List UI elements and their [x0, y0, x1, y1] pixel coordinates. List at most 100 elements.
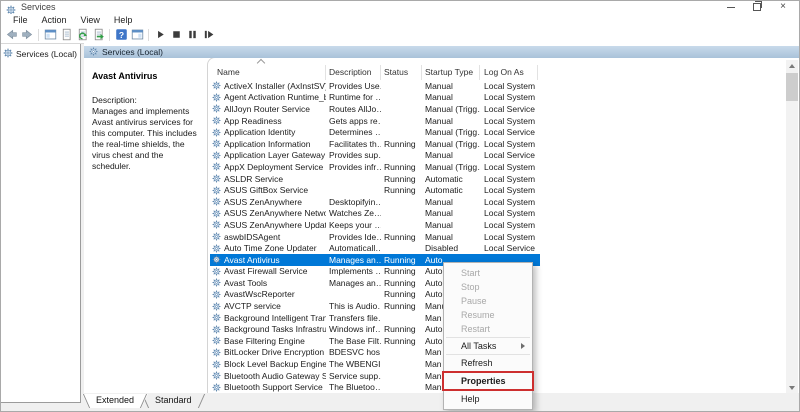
services-app-icon	[6, 2, 16, 15]
menu-separator	[446, 390, 530, 391]
column-header-description[interactable]: Description	[326, 65, 381, 80]
column-header-status[interactable]: Status	[381, 65, 422, 80]
minimize-button[interactable]	[718, 0, 744, 14]
cell-description: Provides Ide…	[329, 231, 381, 242]
cell-name: ASUS GiftBox Service	[224, 185, 309, 196]
cell-description: Runtime for …	[329, 92, 381, 103]
cell-description: Provides infr…	[329, 161, 381, 172]
restart-service-button[interactable]	[200, 27, 216, 42]
menu-item-all-tasks[interactable]: All Tasks	[444, 339, 532, 353]
close-icon: ×	[780, 1, 786, 12]
menu-help[interactable]: Help	[107, 15, 140, 25]
tab-standard[interactable]: Standard	[141, 394, 206, 408]
table-row[interactable]: aswbIDSAgent Provides Ide… Running Manual Lo…	[210, 231, 540, 243]
scroll-up-button[interactable]	[786, 60, 798, 71]
table-row[interactable]: Application Information Facilitates th… Ru…	[210, 138, 540, 150]
show-console-tree-button[interactable]	[42, 27, 58, 42]
services-gear-icon	[84, 47, 102, 58]
cell-name: ASUS ZenAnywhere	[224, 196, 302, 207]
cell-startup: Manual	[425, 219, 453, 230]
cell-description: Desktopifyin…	[329, 196, 381, 207]
table-row[interactable]: App Readiness Gets apps re… Manual Local Sy…	[210, 115, 540, 127]
pause-service-button[interactable]	[184, 27, 200, 42]
show-action-pane-button[interactable]	[129, 27, 145, 42]
menu-file[interactable]: File	[6, 15, 35, 25]
back-button[interactable]	[3, 27, 19, 42]
cell-status: Running	[384, 324, 416, 335]
tab-extended[interactable]: Extended	[82, 394, 148, 408]
table-row[interactable]: Agent Activation Runtime_b… Runtime for ……	[210, 92, 540, 104]
cell-status: Running	[384, 185, 416, 196]
table-row[interactable]: Application Layer Gateway S…Provides sup…	[210, 150, 540, 162]
scrollbar-thumb[interactable]	[786, 73, 798, 101]
table-row[interactable]: ASUS GiftBox Service Running Automatic Loca…	[210, 184, 540, 196]
service-gear-icon	[212, 278, 221, 287]
tree-item-services-local[interactable]: Services (Local)	[0, 48, 80, 60]
menu-item-label: Stop	[461, 282, 480, 292]
cell-name: Background Intelligent Tran…	[224, 312, 326, 323]
restore-icon	[753, 1, 762, 11]
column-header-label: Status	[384, 67, 409, 77]
forward-button[interactable]	[19, 27, 35, 42]
menu-item-label: Help	[461, 394, 480, 404]
cell-name: Avast Firewall Service	[224, 266, 308, 277]
service-gear-icon	[212, 267, 221, 276]
menu-item-start: Start	[444, 266, 532, 280]
cell-logon: Local System	[484, 196, 536, 207]
properties-button[interactable]	[58, 27, 74, 42]
cell-logon: Local System	[484, 161, 536, 172]
table-row[interactable]: Auto Time Zone Updater Automaticall… Disab…	[210, 242, 540, 254]
cell-description: Determines …	[329, 127, 381, 138]
refresh-button[interactable]	[74, 27, 90, 42]
service-gear-icon	[212, 186, 221, 195]
toolbar-separator	[38, 28, 39, 41]
menu-view[interactable]: View	[74, 15, 107, 25]
menu-separator	[446, 371, 530, 372]
cell-description: The Base Filt…	[329, 335, 381, 346]
menu-item-refresh[interactable]: Refresh	[444, 356, 532, 370]
cell-startup: Manual	[425, 80, 453, 91]
menu-item-label: Resume	[461, 310, 495, 320]
table-row[interactable]: ASUS ZenAnywhere Desktopifyin… Manual Local…	[210, 196, 540, 208]
menu-item-restart: Restart	[444, 322, 532, 336]
menu-item-properties[interactable]: Properties	[444, 373, 532, 389]
table-row[interactable]: ASUS ZenAnywhere Updater Keeps your … Manu…	[210, 219, 540, 231]
cell-name: Application Information	[224, 138, 311, 149]
column-header-startup-type[interactable]: Startup Type	[422, 65, 480, 80]
column-header-log-on-as[interactable]: Log On As	[480, 65, 538, 80]
service-gear-icon	[212, 197, 221, 206]
vertical-scrollbar[interactable]	[786, 60, 798, 393]
help-button[interactable]: ?	[113, 27, 129, 42]
cell-description: Transfers file…	[329, 312, 381, 323]
restore-button[interactable]	[744, 0, 770, 14]
menu-action[interactable]: Action	[35, 15, 74, 25]
table-row[interactable]: Application Identity Determines … Manual (…	[210, 126, 540, 138]
cell-startup: Manual (Trigg…	[425, 161, 480, 172]
table-row[interactable]: ASLDR Service Running Automatic Local Syste…	[210, 173, 540, 185]
cell-startup: Manual (Trigg…	[425, 138, 480, 149]
service-gear-icon	[212, 128, 221, 137]
stop-service-button[interactable]	[168, 27, 184, 42]
table-row[interactable]: AppX Deployment Service (A…Provides infr…	[210, 161, 540, 173]
service-gear-icon	[212, 336, 221, 345]
service-gear-icon	[212, 360, 221, 368]
table-row[interactable]: ASUS ZenAnywhere Network Watches Ze… Manua…	[210, 208, 540, 220]
menu-item-stop: Stop	[444, 280, 532, 294]
start-service-button[interactable]	[152, 27, 168, 42]
close-button[interactable]: ×	[770, 0, 796, 14]
table-row[interactable]: ActiveX Installer (AxInstSV) Provides Use…	[210, 80, 540, 92]
column-header-name[interactable]: Name	[210, 58, 326, 80]
table-row[interactable]: AllJoyn Router Service Routes AllJo… Manua…	[210, 103, 540, 115]
scroll-down-button[interactable]	[786, 382, 798, 393]
cell-description: Automaticall…	[329, 243, 381, 254]
cell-name: Auto Time Zone Updater	[224, 243, 317, 254]
refresh-icon	[78, 28, 87, 41]
pane-header-title: Services (Local)	[102, 47, 163, 57]
description-pane: Avast Antivirus Description: Manages and…	[84, 58, 207, 393]
menu-item-resume: Resume	[444, 308, 532, 322]
menu-item-label: Properties	[461, 376, 506, 386]
export-list-button[interactable]	[90, 27, 106, 42]
menu-item-help[interactable]: Help	[444, 392, 532, 406]
cell-startup: Automatic	[425, 185, 463, 196]
cell-description: Provides sup…	[329, 150, 381, 161]
